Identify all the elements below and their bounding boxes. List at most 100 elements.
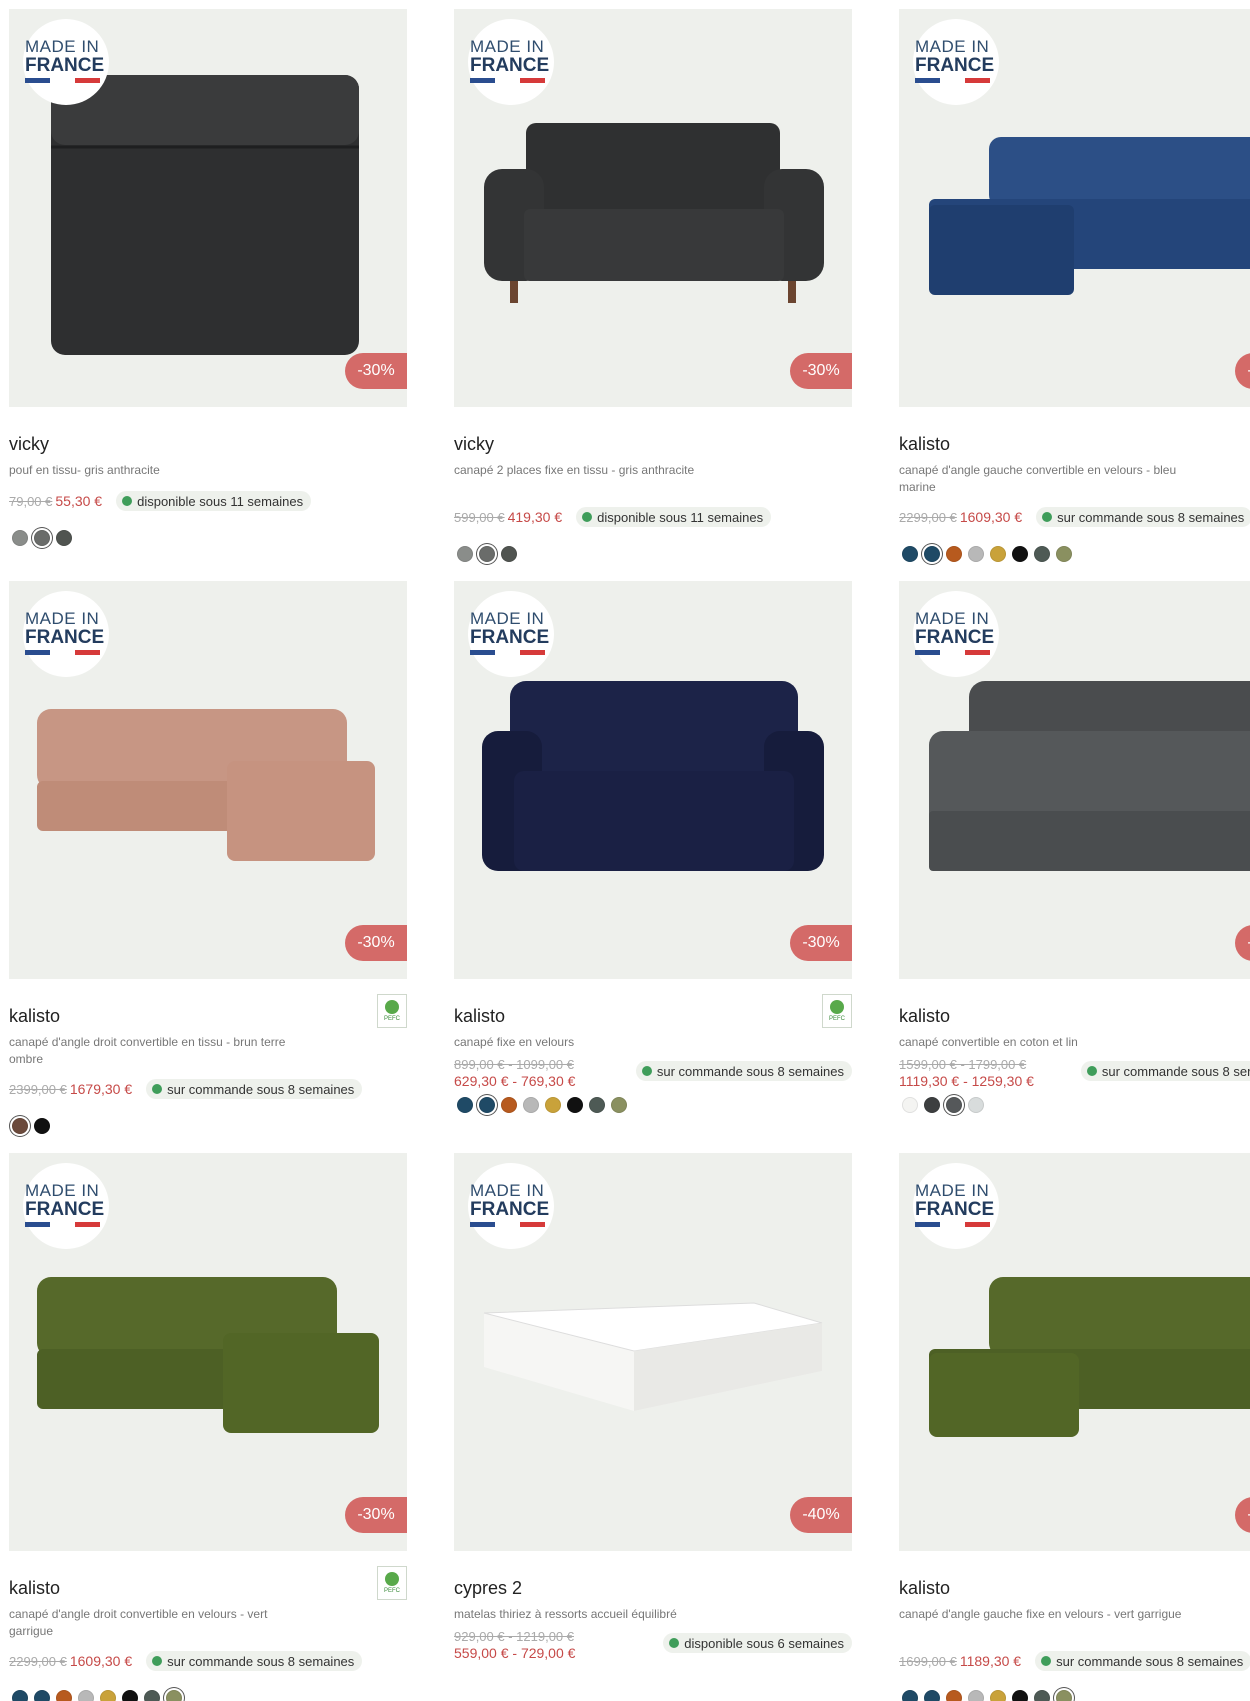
color-swatch[interactable] [946,546,962,562]
product-image-box[interactable]: MADE INFRANCE-30% [9,581,407,979]
color-swatch[interactable] [990,546,1006,562]
made-in-france-badge: MADE IN FRANCE [913,1163,999,1249]
color-swatch[interactable] [567,1097,583,1113]
color-swatch[interactable] [501,546,517,562]
color-swatch[interactable] [1056,546,1072,562]
product-name[interactable]: vicky [9,434,49,455]
color-swatch[interactable] [479,1097,495,1113]
color-swatch[interactable] [589,1097,605,1113]
availability-badge: sur commande sous 8 semaines [1036,507,1250,527]
product-image-box[interactable]: MADE INFRANCE-30% [899,1153,1250,1551]
product-name[interactable]: kalisto [454,1006,505,1027]
discount-badge: -30% [345,925,407,961]
status-dot-icon [1041,1656,1052,1666]
product-card[interactable]: MADE INFRANCE-30% kalisto canapé d'angle g… [899,1153,1250,1701]
product-name[interactable]: vicky [454,434,494,455]
product-card[interactable]: MADE IN FRANCE -30% vicky pouf en tissu- gri… [9,9,407,546]
color-swatch[interactable] [501,1097,517,1113]
color-swatch[interactable] [924,1690,940,1701]
color-swatch[interactable] [12,1690,28,1701]
color-swatch[interactable] [457,546,473,562]
product-image-box[interactable]: MADE IN FRANCE -40% [454,1153,852,1551]
color-swatch[interactable] [968,1097,984,1113]
color-swatch[interactable] [924,546,940,562]
color-swatch[interactable] [523,1097,539,1113]
status-dot-icon [1042,512,1053,522]
product-image-box[interactable]: MADE INFRANCE-30% [9,9,407,407]
price-block: 599,00 €419,30 € disponible sous 11 semai… [454,507,772,527]
product-image-box[interactable]: MADE INFRANCE-30% [454,581,852,979]
product-card[interactable]: MADE IN FRANCE -30% kalisto canapé d'angle d… [9,581,407,1134]
color-swatch[interactable] [144,1690,160,1701]
color-swatches [899,1094,987,1116]
product-card[interactable]: MADE IN FRANCE -30% kalisto canapé d'angle d… [9,1153,407,1701]
color-swatch[interactable] [34,1118,50,1134]
new-price: 1189,30 € [959,1653,1022,1669]
badge-line1: MADE IN [915,609,990,628]
color-swatch[interactable] [1012,1690,1028,1701]
product-name[interactable]: cypres 2 [454,1578,522,1599]
product-card[interactable]: MADE IN FRANCE -30% kalisto canapé fixe en v… [454,581,852,1113]
color-swatch[interactable] [545,1097,561,1113]
product-image-box[interactable]: MADE INFRANCE-30% [899,9,1250,407]
color-swatch[interactable] [902,1097,918,1113]
color-swatch[interactable] [457,1097,473,1113]
product-name[interactable]: kalisto [899,434,950,455]
product-image-box[interactable]: MADE INFRANCE-30% [9,1153,407,1551]
leaf-icon [830,1000,844,1014]
discount-badge: -30% [790,353,852,389]
color-swatch[interactable] [611,1097,627,1113]
color-swatch[interactable] [902,546,918,562]
availability-badge: disponible sous 11 semaines [116,491,312,511]
product-name[interactable]: kalisto [9,1578,60,1599]
product-name[interactable]: kalisto [9,1006,60,1027]
color-swatch[interactable] [56,1690,72,1701]
color-swatch[interactable] [34,530,50,546]
color-swatch[interactable] [946,1690,962,1701]
color-swatch[interactable] [902,1690,918,1701]
color-swatch[interactable] [946,1097,962,1113]
availability-text: sur commande sous 8 semaines [1101,1063,1250,1079]
color-swatch[interactable] [968,1690,984,1701]
color-swatch[interactable] [990,1690,1006,1701]
color-swatch[interactable] [166,1690,182,1701]
color-swatch[interactable] [1034,546,1050,562]
color-swatch[interactable] [1056,1690,1072,1701]
product-card[interactable]: MADE IN FRANCE -40% cypres 2 matelas thiriez… [454,1153,852,1661]
color-swatch[interactable] [924,1097,940,1113]
color-swatch[interactable] [12,1118,28,1134]
new-price: 629,30 € - 769,30 € [454,1073,576,1089]
color-swatch[interactable] [1012,546,1028,562]
french-flag-icon [470,78,545,83]
badge-line2: FRANCE [470,627,550,648]
availability-text: sur commande sous 8 semaines [656,1063,844,1079]
availability-text: disponible sous 11 semaines [597,509,764,525]
color-swatch[interactable] [968,546,984,562]
product-card[interactable]: MADE IN FRANCE -30% vicky canapé 2 places fi… [454,9,852,562]
badge-line2: FRANCE [25,1199,105,1220]
old-price: 2299,00 € [9,1653,67,1669]
color-swatch[interactable] [34,1690,50,1701]
color-swatch[interactable] [122,1690,138,1701]
made-in-france-badge: MADE IN FRANCE [468,19,554,105]
color-swatch[interactable] [479,546,495,562]
french-flag-icon [915,1222,990,1227]
availability-badge: disponible sous 11 semaines [576,507,772,527]
color-swatch[interactable] [78,1690,94,1701]
color-swatch[interactable] [12,530,28,546]
product-card[interactable]: MADE INFRANCE-30% kalisto canapé convertib… [899,581,1250,1113]
color-swatch[interactable] [56,530,72,546]
availability-badge: sur commande sous 8 semaines [1080,1061,1250,1081]
color-swatch[interactable] [1034,1690,1050,1701]
product-name[interactable]: kalisto [899,1578,950,1599]
status-dot-icon [152,1656,163,1666]
badge-line1: MADE IN [25,37,100,56]
product-image-box[interactable]: MADE INFRANCE-30% [899,581,1250,979]
product-description: matelas thiriez à ressorts accueil équil… [454,1607,677,1621]
product-description: canapé d'angle droit convertible en velo… [9,1607,268,1638]
product-card[interactable]: MADE INFRANCE-30% kalisto canapé d'angle g… [899,9,1250,562]
color-swatch[interactable] [100,1690,116,1701]
old-price: 899,00 € - 1099,00 € [454,1057,574,1072]
product-image-box[interactable]: MADE INFRANCE -30% [454,9,852,407]
product-name[interactable]: kalisto [899,1006,950,1027]
